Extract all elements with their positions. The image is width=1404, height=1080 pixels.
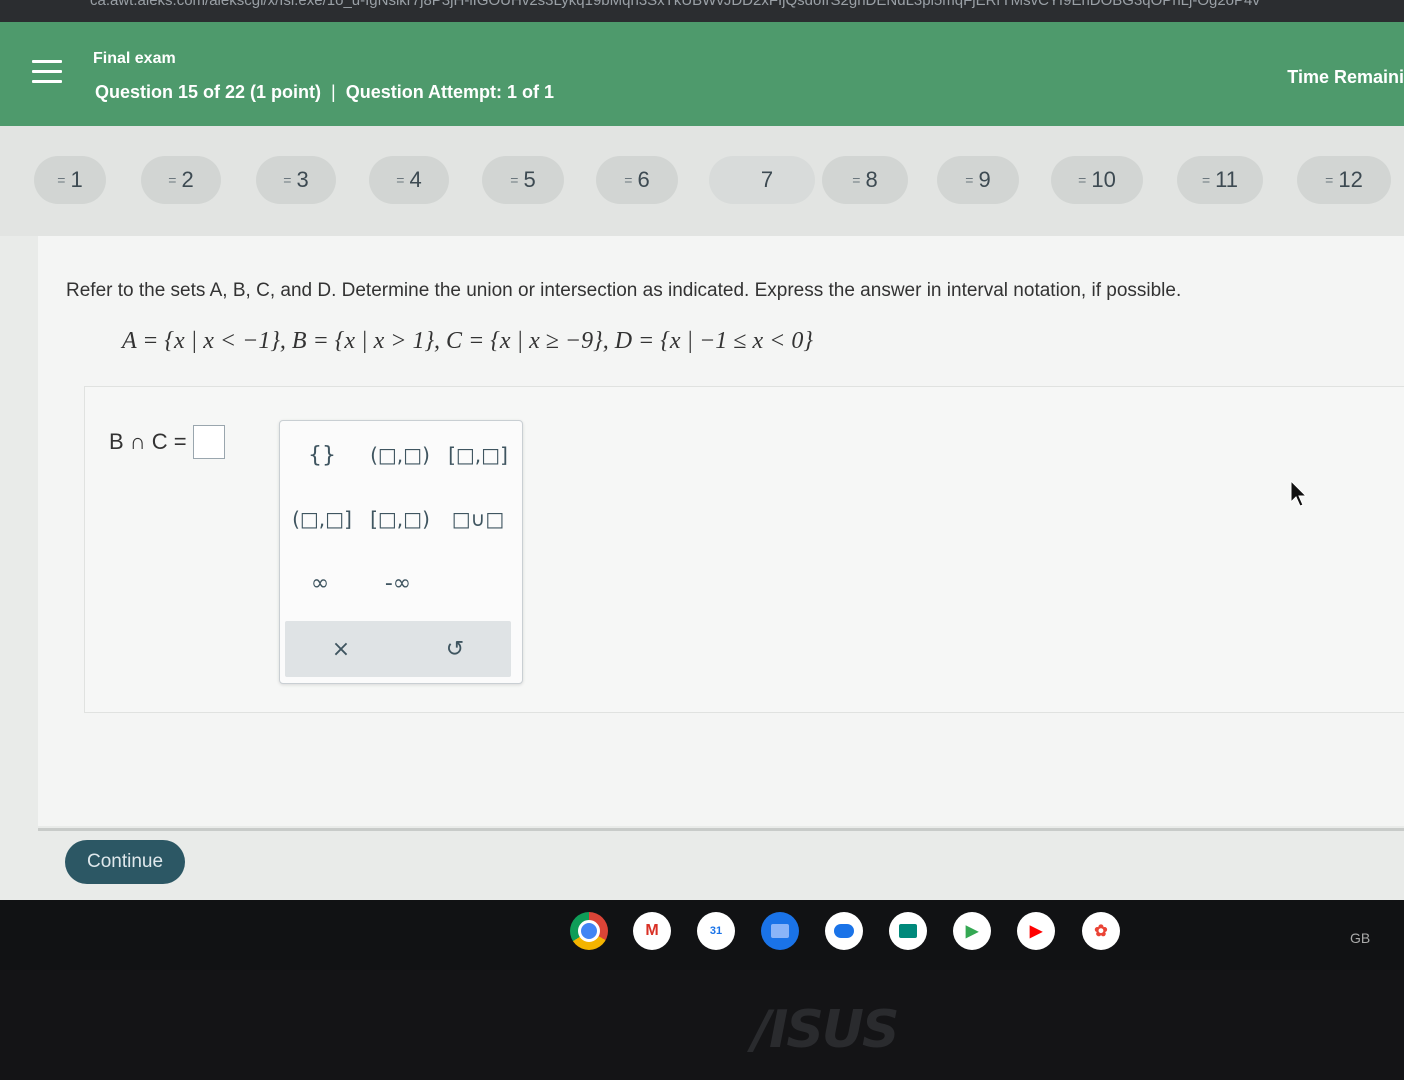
messages-icon[interactable] bbox=[825, 912, 863, 950]
question-prompt: Refer to the sets A, B, C, and D. Determ… bbox=[66, 280, 1182, 301]
question-nav-7[interactable]: 7 bbox=[709, 156, 815, 204]
math-palette: {} (□,□) [□,□] (□,□] [□,□) □∪□ ∞ -∞ × ↺ bbox=[279, 420, 523, 684]
question-number: 1 bbox=[70, 167, 83, 192]
chrome-icon[interactable] bbox=[570, 912, 608, 950]
question-info: Question 15 of 22 (1 point) | Question Att… bbox=[95, 82, 554, 103]
question-content: Refer to the sets A, B, C, and D. Determ… bbox=[38, 236, 1404, 826]
question-label: Question 15 of 22 (1 point) bbox=[95, 82, 322, 102]
play-store-icon[interactable]: ▶ bbox=[953, 912, 991, 950]
question-nav-5[interactable]: = 5 bbox=[482, 156, 564, 204]
answered-icon: = bbox=[965, 172, 973, 188]
answered-icon: = bbox=[1078, 172, 1086, 188]
answered-icon: = bbox=[1325, 172, 1333, 188]
browser-url-bar[interactable]: ca.awt.aleks.com/alekscgi/x/Isl.exe/1o_u… bbox=[0, 0, 1404, 22]
question-number: 7 bbox=[760, 167, 774, 192]
question-number: 3 bbox=[296, 167, 309, 192]
time-remaining-label[interactable]: Time Remaini bbox=[1287, 67, 1404, 88]
question-number: 11 bbox=[1215, 167, 1239, 192]
exam-header: Final exam Question 15 of 22 (1 point) | Q… bbox=[0, 22, 1404, 126]
question-number: 10 bbox=[1091, 167, 1116, 192]
question-number: 2 bbox=[181, 167, 194, 192]
os-taskbar: M 31 ▶ ▶ ✿ GB bbox=[0, 900, 1404, 970]
union-button[interactable]: □∪□ bbox=[442, 499, 514, 539]
answer-panel: B ∩ C = {} (□,□) [□,□] (□,□] [□,□) □∪□ ∞… bbox=[84, 386, 1404, 713]
hamburger-menu-icon[interactable] bbox=[32, 60, 62, 84]
files-icon[interactable] bbox=[761, 912, 799, 950]
palette-action-bar: × ↺ bbox=[285, 621, 511, 677]
keyboard-layout-indicator[interactable]: GB bbox=[1350, 930, 1370, 946]
question-nav-8[interactable]: = 8 bbox=[822, 156, 908, 204]
youtube-icon[interactable]: ▶ bbox=[1017, 912, 1055, 950]
answered-icon: = bbox=[852, 172, 860, 188]
open-interval-button[interactable]: (□,□) bbox=[364, 435, 436, 475]
continue-button[interactable]: Continue bbox=[65, 840, 185, 884]
answered-icon: = bbox=[510, 172, 518, 188]
asus-logo: /ISUS bbox=[752, 1000, 899, 1060]
question-nav-11[interactable]: = 11 bbox=[1177, 156, 1263, 204]
separator: | bbox=[331, 82, 336, 102]
attempt-label: Question Attempt: 1 of 1 bbox=[345, 82, 555, 102]
photos-icon[interactable]: ✿ bbox=[1082, 912, 1120, 950]
answer-expression: B ∩ C = bbox=[109, 425, 225, 459]
question-nav-9[interactable]: = 9 bbox=[937, 156, 1019, 204]
mouse-cursor-icon bbox=[1290, 480, 1308, 507]
question-nav-4[interactable]: = 4 bbox=[369, 156, 449, 204]
question-number: 4 bbox=[409, 167, 422, 192]
calendar-icon[interactable]: 31 bbox=[697, 912, 735, 950]
exam-title: Final exam bbox=[93, 50, 176, 67]
half-open-left-button[interactable]: (□,□] bbox=[286, 499, 358, 539]
aleks-page: Final exam Question 15 of 22 (1 point) | Q… bbox=[0, 22, 1404, 900]
question-nav-3[interactable]: = 3 bbox=[256, 156, 336, 204]
question-number: 6 bbox=[637, 167, 650, 192]
answered-icon: = bbox=[1201, 172, 1210, 188]
question-nav-6[interactable]: = 6 bbox=[596, 156, 678, 204]
clear-icon[interactable]: × bbox=[305, 629, 377, 669]
answered-icon: = bbox=[396, 172, 404, 188]
infinity-button[interactable]: ∞ bbox=[284, 563, 356, 603]
question-nav-2[interactable]: = 2 bbox=[141, 156, 221, 204]
question-nav-1[interactable]: = 1 bbox=[34, 156, 106, 204]
question-number: 12 bbox=[1338, 167, 1363, 192]
negative-infinity-button[interactable]: -∞ bbox=[362, 563, 434, 603]
question-number: 9 bbox=[978, 167, 991, 192]
question-nav-10[interactable]: = 10 bbox=[1051, 156, 1143, 204]
question-navigation: = 1 = 2 = 3 = 4 = 5 = 6 7 = 8 = 9 = 10 = 11 = 12 bbox=[0, 126, 1404, 236]
closed-interval-button[interactable]: [□,□] bbox=[442, 435, 514, 475]
set-definitions: A = {x | x < −1}, B = {x | x > 1}, C = {… bbox=[122, 328, 813, 354]
empty-set-button[interactable]: {} bbox=[286, 435, 358, 475]
answer-input[interactable] bbox=[192, 425, 225, 459]
half-open-right-button[interactable]: [□,□) bbox=[364, 499, 436, 539]
question-number: 8 bbox=[865, 167, 878, 192]
undo-icon[interactable]: ↺ bbox=[419, 629, 491, 669]
url-text: ca.awt.aleks.com/alekscgi/x/Isl.exe/1o_u… bbox=[90, 0, 1260, 9]
question-number: 5 bbox=[523, 167, 536, 192]
meet-icon[interactable] bbox=[889, 912, 927, 950]
footer-divider bbox=[38, 828, 1404, 831]
expression-label: B ∩ C = bbox=[109, 429, 187, 454]
gmail-icon[interactable]: M bbox=[633, 912, 671, 950]
laptop-bezel: /ISUS bbox=[0, 970, 1404, 1080]
answered-icon: = bbox=[624, 172, 632, 188]
answered-icon: = bbox=[168, 172, 176, 188]
answered-icon: = bbox=[283, 172, 291, 188]
question-nav-12[interactable]: = 12 bbox=[1297, 156, 1391, 204]
answered-icon: = bbox=[57, 172, 65, 188]
